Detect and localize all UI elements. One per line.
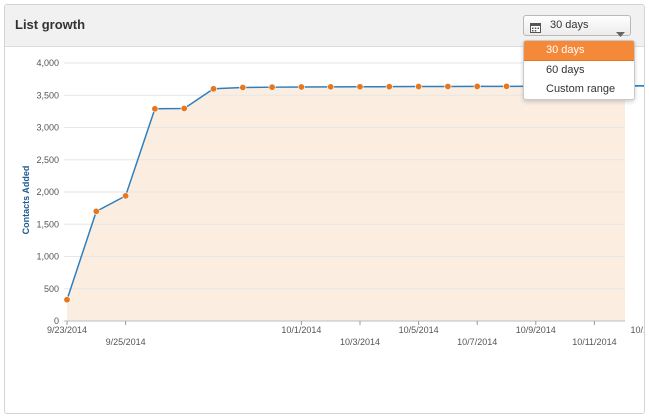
data-point [92, 207, 100, 215]
data-point [473, 82, 481, 90]
x-tick-label: 10/13/2014 [630, 325, 644, 335]
x-tick-label: 9/23/2014 [47, 325, 87, 335]
data-point [297, 83, 305, 91]
y-tick-label: 2,500 [36, 155, 59, 165]
x-tick-label: 10/9/2014 [516, 325, 556, 335]
menu-item-60-days[interactable]: 60 days [524, 61, 634, 80]
y-tick-label: 3,000 [36, 123, 59, 133]
data-point [444, 82, 452, 90]
data-point [63, 296, 71, 304]
data-point [385, 83, 393, 91]
data-point [327, 83, 335, 91]
list-growth-widget: List growth 30 days 30 days 60 days Cust… [4, 4, 645, 414]
y-tick-label: 3,500 [36, 90, 59, 100]
x-tick-label: 10/3/2014 [340, 337, 380, 347]
x-tick-label: 10/5/2014 [399, 325, 439, 335]
y-tick-label: 500 [44, 284, 59, 294]
menu-item-custom-range[interactable]: Custom range [524, 80, 634, 99]
area-fill [67, 85, 644, 321]
data-point [151, 105, 159, 113]
data-point [239, 84, 247, 92]
data-point [356, 83, 364, 91]
x-tick-label: 10/7/2014 [457, 337, 497, 347]
y-tick-label: 4,000 [36, 58, 59, 68]
date-range-menu: 30 days 60 days Custom range [523, 40, 635, 100]
data-point [122, 192, 130, 200]
data-point [415, 83, 423, 91]
y-tick-label: 1,500 [36, 219, 59, 229]
data-point [268, 83, 276, 91]
y-axis-label: Contacts Added [21, 166, 31, 235]
x-tick-label: 10/11/2014 [572, 337, 616, 347]
data-point [180, 104, 188, 112]
menu-item-30-days[interactable]: 30 days [524, 41, 634, 61]
x-tick-label: 10/1/2014 [281, 325, 321, 335]
data-point [502, 82, 510, 90]
y-tick-label: 2,000 [36, 187, 59, 197]
x-tick-label: 9/25/2014 [106, 337, 146, 347]
data-point [210, 85, 218, 93]
y-tick-label: 1,000 [36, 252, 59, 262]
